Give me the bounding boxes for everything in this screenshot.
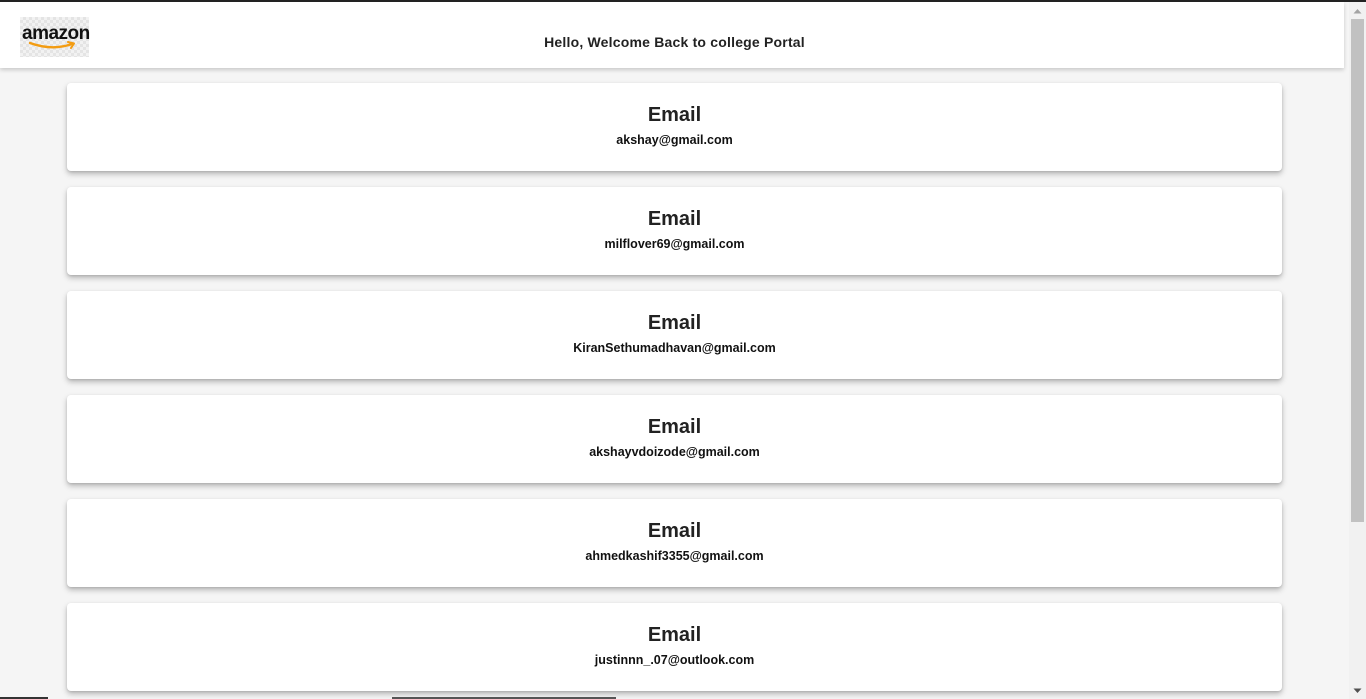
email-value: KiranSethumadhavan@gmail.com xyxy=(573,341,776,355)
scroll-up-button[interactable] xyxy=(1349,2,1366,19)
email-card: Email justinnn_.07@outlook.com xyxy=(67,603,1282,691)
top-header: amazon Hello, Welcome Back to college Po… xyxy=(0,2,1344,68)
scrollbar-thumb[interactable] xyxy=(1351,19,1364,522)
email-card: Email KiranSethumadhavan@gmail.com xyxy=(67,291,1282,379)
card-title: Email xyxy=(647,520,702,542)
card-title: Email xyxy=(647,312,702,334)
welcome-message: Hello, Welcome Back to college Portal xyxy=(544,34,805,50)
email-card-list: Email akshay@gmail.com Email milflover69… xyxy=(67,83,1282,699)
card-title: Email xyxy=(647,624,702,646)
email-card: Email ahmedkashif3355@gmail.com xyxy=(67,499,1282,587)
email-value: akshayvdoizode@gmail.com xyxy=(589,445,760,459)
card-title: Email xyxy=(647,416,702,438)
email-value: justinnn_.07@outlook.com xyxy=(594,653,755,667)
email-card: Email akshayvdoizode@gmail.com xyxy=(67,395,1282,483)
email-value: ahmedkashif3355@gmail.com xyxy=(585,549,764,563)
email-value: milflover69@gmail.com xyxy=(604,237,745,251)
page: amazon Hello, Welcome Back to college Po… xyxy=(0,2,1349,699)
email-value: akshay@gmail.com xyxy=(616,133,733,147)
card-title: Email xyxy=(647,208,702,230)
chevron-down-icon xyxy=(1353,688,1362,693)
email-card: Email milflover69@gmail.com xyxy=(67,187,1282,275)
chevron-up-icon xyxy=(1353,8,1362,13)
email-card: Email akshay@gmail.com xyxy=(67,83,1282,171)
card-title: Email xyxy=(647,104,702,126)
vertical-scrollbar[interactable] xyxy=(1349,2,1366,699)
scroll-down-button[interactable] xyxy=(1349,682,1366,699)
browser-viewport: amazon Hello, Welcome Back to college Po… xyxy=(0,0,1366,699)
